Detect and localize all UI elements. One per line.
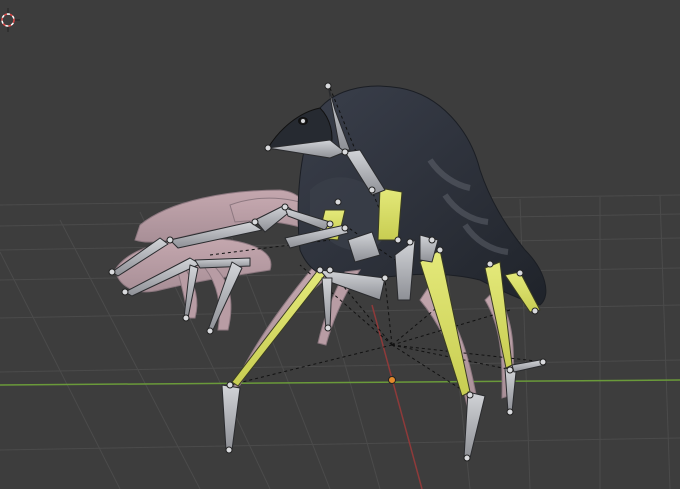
bone-claw-lower-2[interactable] xyxy=(194,257,251,269)
bone-foot-left[interactable] xyxy=(221,384,241,451)
object-origin-icon[interactable] xyxy=(388,376,396,384)
bone-foot-right[interactable] xyxy=(463,391,486,459)
3d-cursor-icon[interactable] xyxy=(0,8,20,32)
x-axis-line xyxy=(0,379,680,386)
viewport-canvas[interactable] xyxy=(0,0,680,489)
bone-leg-front-left[interactable] xyxy=(231,269,326,387)
y-axis-line xyxy=(371,304,423,489)
3d-viewport[interactable] xyxy=(0,0,680,489)
bone-spine-front[interactable] xyxy=(377,187,403,241)
bone-foot-right-back[interactable] xyxy=(504,367,517,413)
